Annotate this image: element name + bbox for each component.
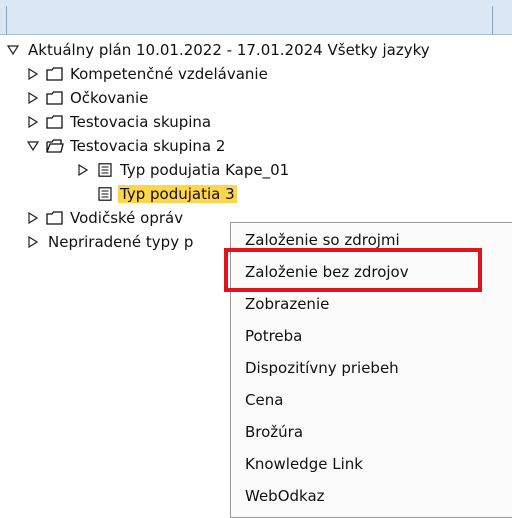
tree-node-label: Kompetenčné vzdelávanie	[70, 65, 268, 83]
menu-item-label: WebOdkaz	[245, 487, 325, 505]
menu-item-label: Potreba	[245, 327, 303, 345]
collapsed-triangle-icon[interactable]	[26, 91, 40, 105]
tree-node-testovacia[interactable]: Testovacia skupina	[26, 110, 213, 134]
tree-node-label: Typ podujatia Kape_01	[120, 161, 290, 179]
open-folder-icon	[46, 139, 64, 153]
tree-node-label: Testovacia skupina	[70, 113, 212, 131]
menu-item-potreba[interactable]: Potreba	[231, 319, 512, 353]
menu-item-brozura[interactable]: Brožúra	[231, 415, 512, 449]
empty-spacer	[76, 187, 90, 201]
folder-icon	[46, 67, 64, 81]
tree-node-root[interactable]: Aktuálny plán 10.01.2022 - 17.01.2024 Vš…	[6, 38, 432, 62]
folder-icon	[46, 91, 64, 105]
expanded-triangle-icon[interactable]	[26, 139, 40, 153]
menu-item-label: Založenie so zdrojmi	[245, 231, 400, 249]
column-header	[0, 0, 512, 35]
menu-item-label: Knowledge Link	[245, 455, 363, 473]
menu-item-zobrazenie[interactable]: Zobrazenie	[231, 287, 512, 321]
menu-item-webodkaz[interactable]: WebOdkaz	[231, 479, 512, 513]
highlight-annotation-box	[224, 248, 482, 292]
menu-item-knowledge-link[interactable]: Knowledge Link	[231, 447, 512, 481]
document-icon	[96, 163, 114, 177]
collapsed-triangle-icon[interactable]	[26, 67, 40, 81]
tree-node-label: Testovacia skupina 2	[70, 137, 226, 155]
tree-node-label: Očkovanie	[70, 89, 149, 107]
tree-node-typ-kape[interactable]: Typ podujatia Kape_01	[76, 158, 291, 182]
tree-node-label-selected: Typ podujatia 3	[118, 185, 237, 203]
tree-node-label: Vodičské opráv	[70, 209, 184, 227]
tree-node-vodicske[interactable]: Vodičské opráv	[26, 206, 185, 230]
folder-icon	[46, 211, 64, 225]
tree-node-testovacia-2[interactable]: Testovacia skupina 2	[26, 134, 227, 158]
collapsed-triangle-icon[interactable]	[26, 235, 40, 249]
tree-node-nepriradene[interactable]: Nepriradené typy p	[26, 230, 195, 254]
menu-item-label: Dispozitívny priebeh	[245, 359, 399, 377]
menu-item-cena[interactable]: Cena	[231, 383, 512, 417]
tree-node-ockovanie[interactable]: Očkovanie	[26, 86, 150, 110]
tree-node-label: Aktuálny plán 10.01.2022 - 17.01.2024 Vš…	[28, 41, 430, 59]
tree-node-label: Nepriradené typy p	[48, 233, 194, 251]
column-divider[interactable]	[492, 6, 493, 34]
menu-item-label: Brožúra	[245, 423, 304, 441]
menu-item-label: Zobrazenie	[245, 295, 330, 313]
column-divider[interactable]	[6, 6, 7, 34]
collapsed-triangle-icon[interactable]	[26, 211, 40, 225]
collapsed-triangle-icon[interactable]	[76, 163, 90, 177]
collapsed-triangle-icon[interactable]	[26, 115, 40, 129]
menu-item-dispozitivny-priebeh[interactable]: Dispozitívny priebeh	[231, 351, 512, 385]
expanded-triangle-icon[interactable]	[6, 43, 20, 57]
menu-item-label: Cena	[245, 391, 284, 409]
document-icon	[96, 187, 114, 201]
tree-node-typ-3[interactable]: Typ podujatia 3	[76, 182, 237, 206]
folder-icon	[46, 115, 64, 129]
tree-node-kompetencne[interactable]: Kompetenčné vzdelávanie	[26, 62, 270, 86]
